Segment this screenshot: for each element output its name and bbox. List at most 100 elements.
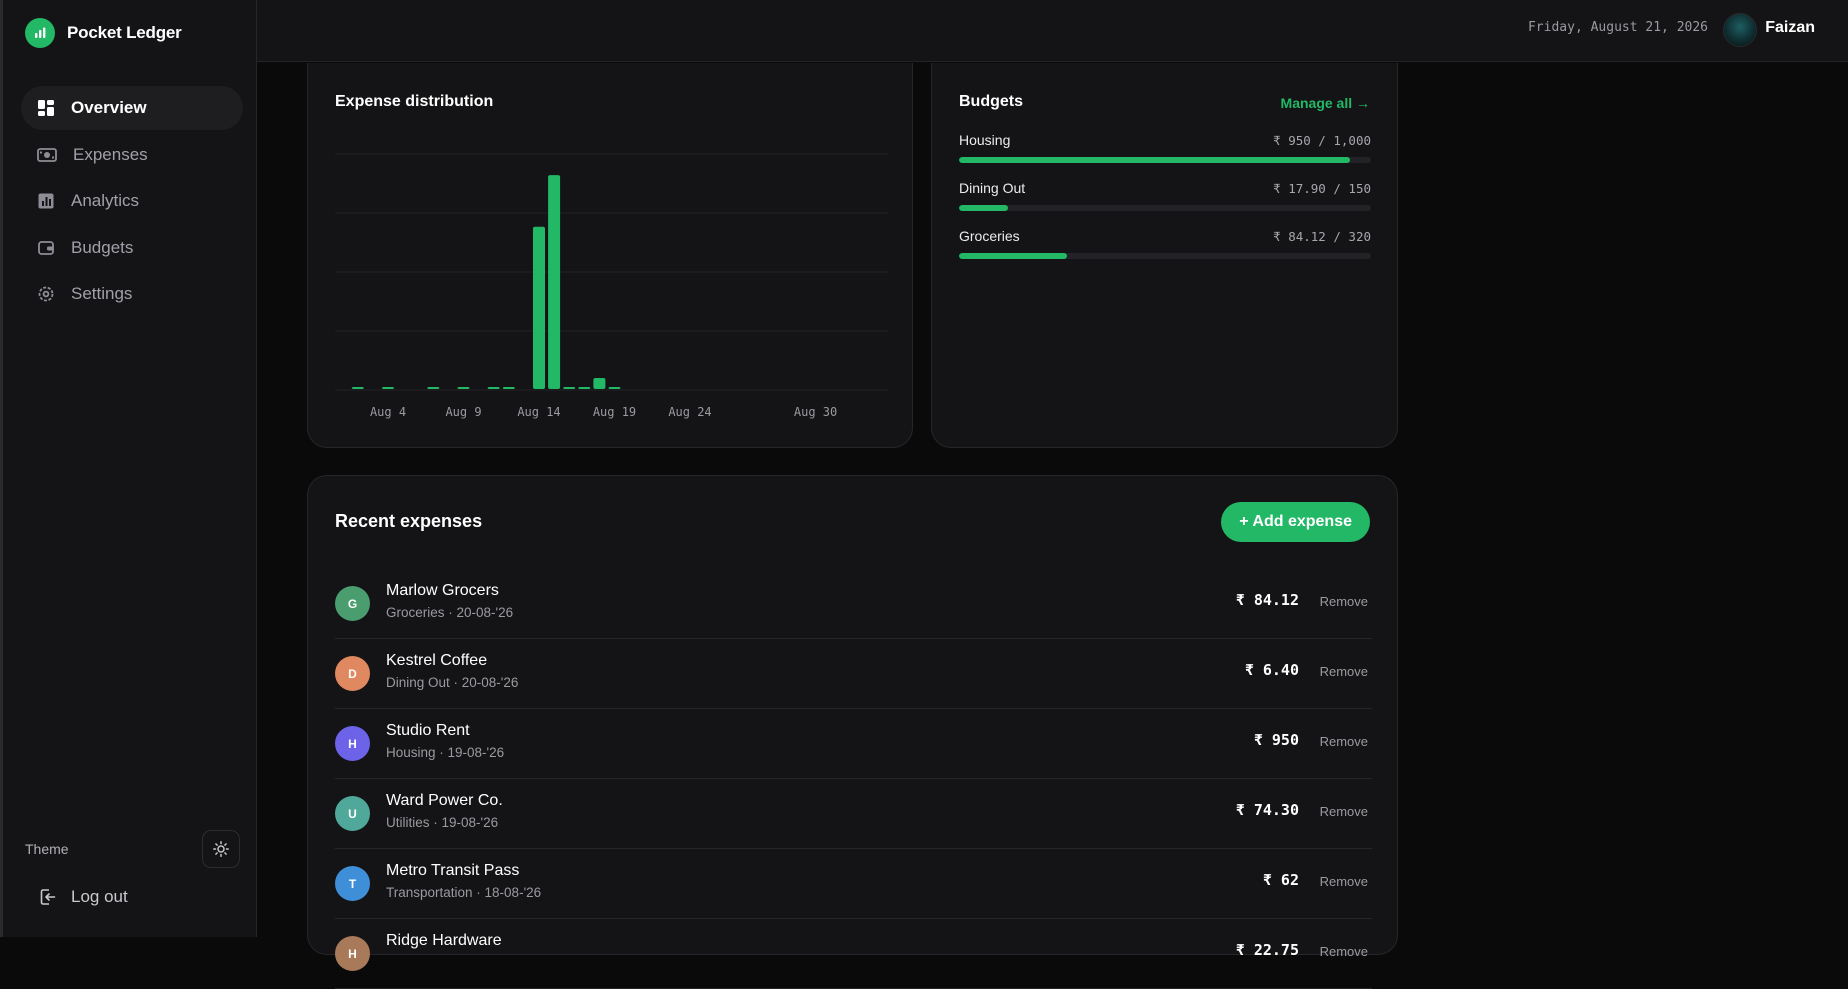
sidebar-item-analytics[interactable]: Analytics: [21, 179, 243, 223]
expense-name: Ward Power Co.: [386, 792, 503, 809]
remove-expense-button[interactable]: Remove: [1320, 874, 1368, 889]
expense-name: Metro Transit Pass: [386, 862, 520, 879]
recent-expenses-card: Recent expenses + Add expense G Marlow Gr…: [307, 475, 1398, 989]
sidebar: Pocket Ledger Overview Expenses Analytic…: [0, 0, 257, 937]
chart-title: Expense distribution: [335, 93, 494, 110]
table-row[interactable]: H Ridge Hardware ₹ 22.75 Remove: [335, 919, 1372, 989]
bar-chart-icon: [38, 193, 54, 209]
chart-bar[interactable]: [502, 387, 515, 389]
expense-amount: ₹ 84.12: [1235, 591, 1299, 609]
budgets-card: Budgets Manage all → Housing ₹ 950 / 1,0…: [931, 63, 1398, 448]
recent-expenses-title: Recent expenses: [335, 511, 483, 531]
current-date: Friday, August 21, 2026: [1527, 20, 1708, 35]
sidebar-item-overview[interactable]: Overview: [21, 86, 243, 130]
cash-icon: [37, 147, 57, 162]
chart-bar[interactable]: [487, 387, 500, 389]
gear-icon: [38, 286, 54, 302]
expense-name: Kestrel Coffee: [386, 652, 488, 669]
table-row[interactable]: H Studio Rent Housing · 19-08-'26 ₹ 950 Remo…: [335, 709, 1372, 779]
budget-progress-track: [959, 157, 1371, 163]
top-bar: Friday, August 21, 2026 Faizan: [257, 0, 1848, 62]
sidebar-item-label: Overview: [71, 98, 147, 117]
sidebar-nav: Overview Expenses Analytics Budgets Sett…: [21, 86, 243, 319]
sidebar-item-label: Expenses: [73, 144, 148, 164]
theme-label: Theme: [25, 841, 69, 857]
chart-bar[interactable]: [351, 387, 364, 389]
expense-category-avatar: T: [335, 866, 370, 901]
table-row[interactable]: T Metro Transit Pass Transportation · 18-0…: [335, 849, 1372, 919]
expense-meta: Housing · 19-08-'26: [386, 745, 505, 760]
logout-icon: [40, 889, 56, 905]
expense-category-avatar: U: [335, 796, 370, 831]
x-tick-label: Aug 4: [370, 405, 406, 419]
budget-name: Groceries: [959, 228, 1020, 244]
user-name[interactable]: Faizan: [1765, 19, 1815, 37]
sun-icon: [213, 841, 229, 857]
budget-item-housing[interactable]: Housing ₹ 950 / 1,000: [959, 131, 1371, 163]
expense-list: G Marlow Grocers Groceries · 20-08-'26 ₹ 84…: [335, 569, 1372, 989]
chart-bar[interactable]: [548, 175, 561, 389]
chart-bar[interactable]: [382, 387, 394, 389]
chart-bar[interactable]: [563, 387, 576, 389]
expense-category-avatar: G: [335, 586, 370, 621]
budget-progress-track: [959, 205, 1371, 211]
budget-item-groceries[interactable]: Groceries ₹ 84.12 / 320: [959, 227, 1371, 259]
expense-category-avatar: H: [335, 726, 370, 761]
budget-progress-fill: [959, 253, 1068, 259]
x-tick-label: Aug 14: [517, 405, 560, 419]
avatar[interactable]: [1723, 13, 1757, 47]
manage-all-link[interactable]: Manage all →: [1281, 95, 1370, 111]
chart-bar[interactable]: [578, 387, 591, 389]
budgets-title: Budgets: [959, 93, 1023, 110]
expense-amount: ₹ 6.40: [1244, 661, 1299, 679]
budget-amount: ₹ 84.12 / 320: [1273, 228, 1371, 244]
chart-bar[interactable]: [593, 378, 606, 389]
x-tick-label: Aug 19: [593, 405, 636, 419]
x-tick-label: Aug 30: [794, 405, 837, 419]
remove-expense-button[interactable]: Remove: [1320, 664, 1368, 679]
expense-amount: ₹ 22.75: [1235, 941, 1299, 959]
add-expense-button[interactable]: + Add expense: [1221, 502, 1370, 542]
expense-category-avatar: D: [335, 656, 370, 691]
expense-distribution-card: Aug 4 Aug 9 Aug 14 Aug 19 Aug 24 Aug 30 Expen…: [307, 63, 913, 448]
table-row[interactable]: G Marlow Grocers Groceries · 20-08-'26 ₹ 84…: [335, 569, 1372, 639]
budget-amount: ₹ 17.90 / 150: [1273, 180, 1371, 196]
table-row[interactable]: U Ward Power Co. Utilities · 19-08-'26 ₹ 74…: [335, 779, 1372, 849]
budget-progress-fill: [959, 205, 1009, 211]
sidebar-item-budgets[interactable]: Budgets: [21, 226, 243, 270]
logout-label: Log out: [71, 887, 128, 906]
theme-row: Theme: [25, 829, 240, 869]
remove-expense-button[interactable]: Remove: [1320, 594, 1368, 609]
expense-category-avatar: H: [335, 936, 370, 971]
budget-progress-fill: [959, 157, 1351, 163]
table-row[interactable]: D Kestrel Coffee Dining Out · 20-08-'26 ₹ 6…: [335, 639, 1372, 709]
grid-icon: [38, 100, 54, 116]
theme-toggle-button[interactable]: [202, 830, 240, 868]
sidebar-item-label: Settings: [71, 284, 133, 303]
x-tick-label: Aug 9: [445, 405, 481, 419]
chart-bar[interactable]: [427, 387, 440, 389]
remove-expense-button[interactable]: Remove: [1320, 804, 1368, 819]
expense-amount: ₹ 62: [1262, 871, 1299, 889]
expense-name: Marlow Grocers: [386, 582, 499, 599]
budget-name: Dining Out: [959, 180, 1026, 196]
sidebar-item-settings[interactable]: Settings: [21, 272, 243, 316]
sidebar-item-label: Analytics: [71, 191, 140, 210]
budget-item-dining-out[interactable]: Dining Out ₹ 17.90 / 150: [959, 179, 1371, 211]
sidebar-item-expenses[interactable]: Expenses: [21, 133, 243, 177]
chart-bar[interactable]: [608, 387, 621, 389]
expense-meta: Groceries · 20-08-'26: [386, 605, 514, 620]
app-name: Pocket Ledger: [67, 23, 182, 42]
chart-bar[interactable]: [533, 226, 545, 389]
remove-expense-button[interactable]: Remove: [1320, 944, 1368, 959]
expense-distribution-chart: Aug 4 Aug 9 Aug 14 Aug 19 Aug 24 Aug 30: [335, 153, 888, 419]
expense-amount: ₹ 74.30: [1235, 801, 1299, 819]
logout-button[interactable]: Log out: [39, 887, 128, 907]
expense-meta: Utilities · 19-08-'26: [386, 815, 499, 830]
expense-meta: Transportation · 18-08-'26: [386, 885, 542, 900]
remove-expense-button[interactable]: Remove: [1320, 734, 1368, 749]
budget-name: Housing: [959, 132, 1011, 148]
brand[interactable]: Pocket Ledger: [25, 18, 182, 48]
chart-bar[interactable]: [457, 387, 470, 389]
expense-name: Studio Rent: [386, 722, 470, 739]
